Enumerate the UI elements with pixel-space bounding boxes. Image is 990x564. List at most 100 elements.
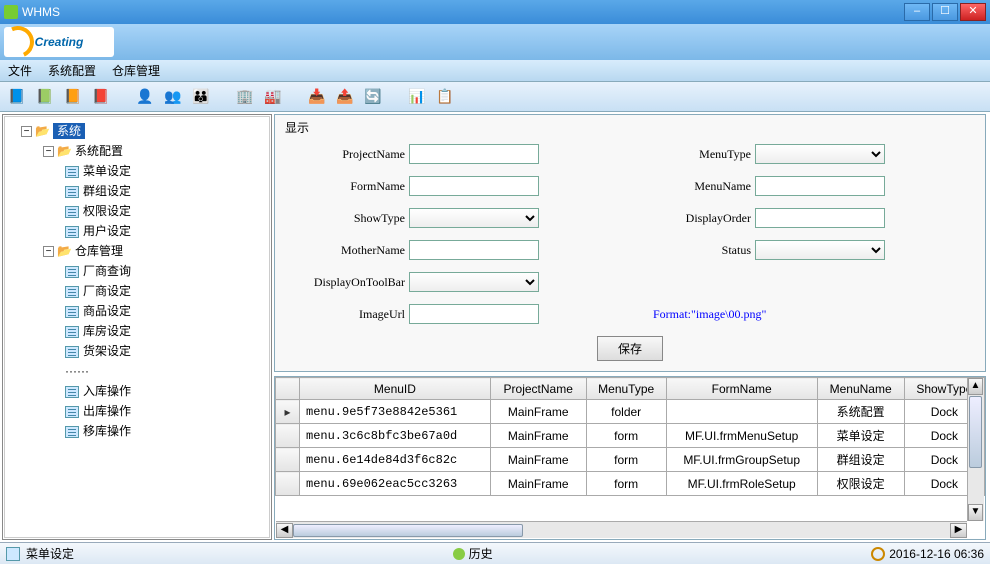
column-header[interactable]: FormName <box>666 378 817 400</box>
input-displayorder[interactable] <box>755 208 885 228</box>
table-row[interactable]: menu.69e062eac5cc3263MainFrameformMF.UI.… <box>276 472 985 496</box>
menu-sysconfig[interactable]: 系统配置 <box>48 62 96 79</box>
input-projectname[interactable] <box>409 144 539 164</box>
toolbar-btn-12[interactable]: 🔄 <box>362 86 384 108</box>
grid-hscroll[interactable]: ◀ ▶ <box>276 521 967 538</box>
status-mid: 历史 <box>469 545 493 562</box>
toolbar-btn-2[interactable]: 📗 <box>34 86 56 108</box>
cell-name: 群组设定 <box>817 448 904 472</box>
select-menutype[interactable] <box>755 144 885 164</box>
toolbar-btn-10[interactable]: 📥 <box>306 86 328 108</box>
scroll-down-icon[interactable]: ▼ <box>968 504 983 521</box>
close-button[interactable]: ✕ <box>960 3 986 21</box>
column-header[interactable]: MenuName <box>817 378 904 400</box>
grid-vscroll[interactable]: ▲ ▼ <box>967 378 984 521</box>
scroll-left-icon[interactable]: ◀ <box>276 523 293 538</box>
user-icon <box>453 548 465 560</box>
tree-item[interactable]: 用户设定 <box>9 221 265 241</box>
row-header[interactable] <box>276 448 300 472</box>
label-mothername: MotherName <box>299 243 409 258</box>
tree-item[interactable]: 权限设定 <box>9 201 265 221</box>
maximize-button[interactable]: ☐ <box>932 3 958 21</box>
collapse-icon[interactable]: − <box>43 146 54 157</box>
column-header[interactable]: ProjectName <box>490 378 586 400</box>
vscroll-thumb[interactable] <box>969 396 982 468</box>
form-group-title: 显示 <box>285 121 309 135</box>
cell-form: MF.UI.frmMenuSetup <box>666 424 817 448</box>
row-header[interactable] <box>276 472 300 496</box>
data-grid[interactable]: MenuIDProjectNameMenuTypeFormNameMenuNam… <box>275 377 985 496</box>
toolbar-btn-4[interactable]: 📕 <box>90 86 112 108</box>
hscroll-thumb[interactable] <box>293 524 523 537</box>
menu-warehouse[interactable]: 仓库管理 <box>112 62 160 79</box>
toolbar-btn-3[interactable]: 📙 <box>62 86 84 108</box>
toolbar-btn-13[interactable]: 📊 <box>406 86 428 108</box>
tree-item[interactable]: 菜单设定 <box>9 161 265 181</box>
tree-group[interactable]: −📂系统配置 <box>9 141 265 161</box>
cell-project: MainFrame <box>490 424 586 448</box>
label-imageurl: ImageUrl <box>299 307 409 322</box>
minimize-button[interactable]: – <box>904 3 930 21</box>
cell-project: MainFrame <box>490 448 586 472</box>
input-mothername[interactable] <box>409 240 539 260</box>
label-displayontoolbar: DisplayOnToolBar <box>299 275 409 290</box>
folder-icon: 📂 <box>57 144 72 158</box>
tree-item[interactable]: 群组设定 <box>9 181 265 201</box>
tree-item[interactable]: 库房设定 <box>9 321 265 341</box>
tree-root[interactable]: −📂系统 <box>9 121 265 141</box>
tree-item[interactable]: 出库操作 <box>9 401 265 421</box>
table-row[interactable]: menu.9e5f73e8842e5361MainFramefolder系统配置… <box>276 400 985 424</box>
input-formname[interactable] <box>409 176 539 196</box>
select-showtype[interactable] <box>409 208 539 228</box>
toolbar-btn-8[interactable]: 🏢 <box>234 86 256 108</box>
menu-file[interactable]: 文件 <box>8 62 32 79</box>
statusbar: 菜单设定 历史 2016-12-16 06:36 <box>0 542 990 564</box>
column-header[interactable]: MenuID <box>300 378 491 400</box>
page-icon <box>65 186 79 198</box>
tree-item[interactable]: 移库操作 <box>9 421 265 441</box>
tree-item[interactable]: 货架设定 <box>9 341 265 361</box>
toolbar-btn-11[interactable]: 📤 <box>334 86 356 108</box>
scroll-right-icon[interactable]: ▶ <box>950 523 967 538</box>
page-icon <box>65 406 79 418</box>
row-header[interactable] <box>276 400 300 424</box>
cell-project: MainFrame <box>490 472 586 496</box>
tree-group[interactable]: −📂仓库管理 <box>9 241 265 261</box>
tree-item[interactable]: 厂商查询 <box>9 261 265 281</box>
toolbar-btn-1[interactable]: 📘 <box>6 86 28 108</box>
cell-name: 菜单设定 <box>817 424 904 448</box>
cell-menuid: menu.69e062eac5cc3263 <box>300 472 491 496</box>
column-header[interactable]: MenuType <box>586 378 666 400</box>
page-icon <box>65 306 79 318</box>
collapse-icon[interactable]: − <box>43 246 54 257</box>
save-button[interactable]: 保存 <box>597 336 663 361</box>
toolbar-btn-6[interactable]: 👥 <box>162 86 184 108</box>
row-header[interactable] <box>276 424 300 448</box>
form-panel: 显示 ProjectName MenuType FormName MenuNam… <box>274 114 986 372</box>
tree-item[interactable]: 厂商设定 <box>9 281 265 301</box>
toolbar-btn-7[interactable]: 👪 <box>190 86 212 108</box>
input-imageurl[interactable] <box>409 304 539 324</box>
label-menutype: MenuType <box>645 147 755 162</box>
table-row[interactable]: menu.6e14de84d3f6c82cMainFrameformMF.UI.… <box>276 448 985 472</box>
folder-icon: 📂 <box>57 244 72 258</box>
window-title: WHMS <box>22 5 60 19</box>
table-row[interactable]: menu.3c6c8bfc3be67a0dMainFrameformMF.UI.… <box>276 424 985 448</box>
cell-type: form <box>586 448 666 472</box>
tree-item[interactable]: 商品设定 <box>9 301 265 321</box>
input-menuname[interactable] <box>755 176 885 196</box>
tree-separator: ······ <box>9 361 265 381</box>
select-displayontoolbar[interactable] <box>409 272 539 292</box>
cell-form: MF.UI.frmGroupSetup <box>666 448 817 472</box>
cell-type: form <box>586 472 666 496</box>
scroll-up-icon[interactable]: ▲ <box>968 378 983 395</box>
select-status[interactable] <box>755 240 885 260</box>
app-icon <box>4 5 18 19</box>
toolbar-btn-14[interactable]: 📋 <box>434 86 456 108</box>
cell-type: form <box>586 424 666 448</box>
collapse-icon[interactable]: − <box>21 126 32 137</box>
toolbar-btn-9[interactable]: 🏭 <box>262 86 284 108</box>
tree-item[interactable]: 入库操作 <box>9 381 265 401</box>
toolbar-btn-5[interactable]: 👤 <box>134 86 156 108</box>
cell-form: MF.UI.frmRoleSetup <box>666 472 817 496</box>
